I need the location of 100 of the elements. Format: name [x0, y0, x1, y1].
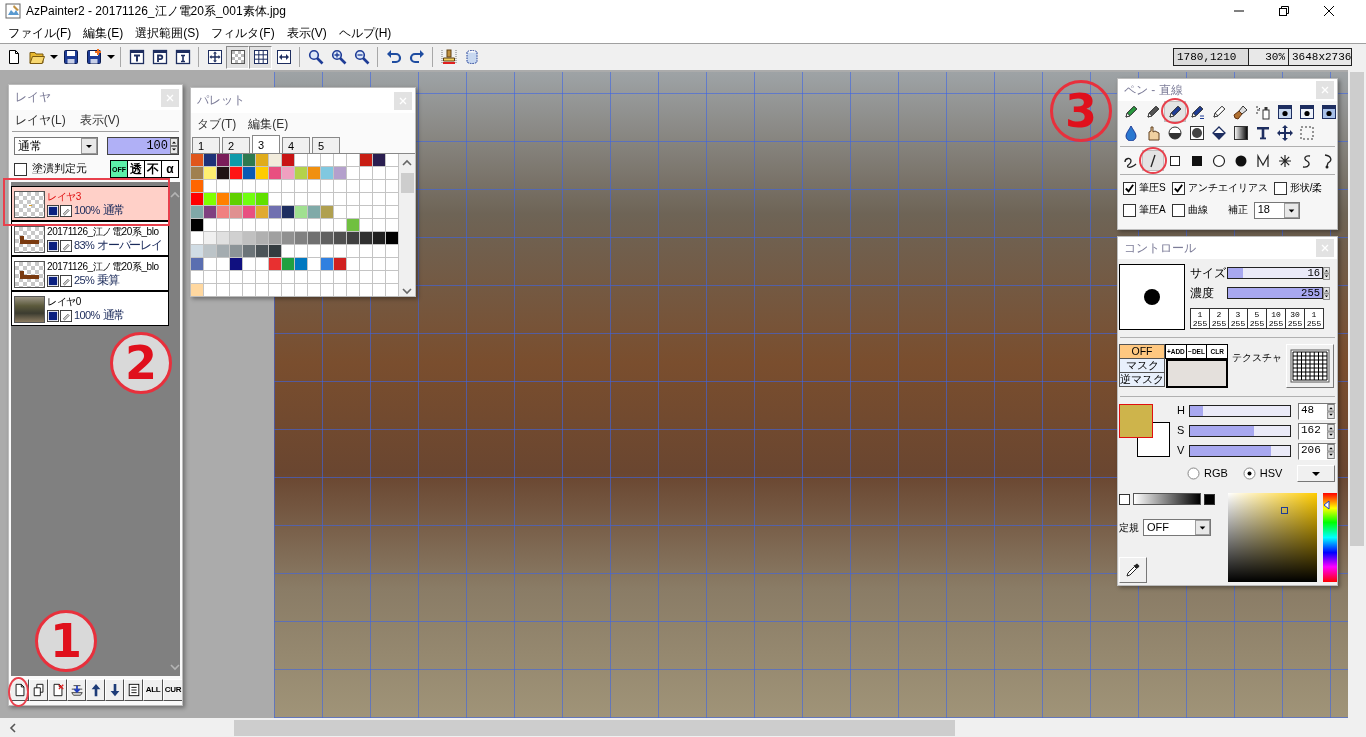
color-swatch[interactable] [217, 271, 230, 284]
value-spinbox[interactable]: 206 [1298, 442, 1336, 460]
mode-button[interactable]: α [161, 160, 179, 178]
tool-button[interactable] [1164, 101, 1186, 122]
color-swatch[interactable] [334, 206, 347, 219]
menu-item[interactable]: 編集(E) [77, 23, 130, 42]
color-swatch[interactable] [347, 258, 360, 271]
color-swatch[interactable] [191, 258, 204, 271]
color-swatch[interactable] [191, 245, 204, 258]
color-swatch[interactable] [347, 206, 360, 219]
color-swatch[interactable] [334, 284, 347, 296]
color-swatch[interactable] [295, 180, 308, 193]
tool-button[interactable] [1233, 124, 1249, 141]
color-swatch[interactable] [321, 245, 334, 258]
color-swatch[interactable] [217, 284, 230, 296]
move-up-button[interactable] [86, 679, 105, 701]
color-swatch[interactable] [373, 206, 386, 219]
color-swatch[interactable] [347, 271, 360, 284]
color-swatch[interactable] [347, 180, 360, 193]
color-swatch[interactable] [230, 232, 243, 245]
color-swatch[interactable] [230, 219, 243, 232]
color-swatch[interactable] [282, 232, 295, 245]
color-swatch[interactable] [334, 219, 347, 232]
menu-item[interactable]: 表示(V) [79, 113, 120, 128]
color-swatch[interactable] [360, 154, 373, 167]
color-swatch[interactable] [321, 180, 334, 193]
layer-item[interactable]: レイヤ3 100% 通常 [11, 186, 169, 221]
layer-footer-button[interactable]: ALL [143, 679, 163, 701]
color-swatch[interactable] [243, 232, 256, 245]
primary-color-swatch[interactable] [1119, 404, 1153, 438]
color-swatch[interactable] [191, 154, 204, 167]
preset-button[interactable]: 1 255 [1304, 308, 1324, 329]
color-swatch[interactable] [334, 180, 347, 193]
color-swatch[interactable] [308, 193, 321, 206]
color-swatch[interactable] [334, 232, 347, 245]
close-button[interactable] [394, 91, 412, 110]
color-swatch[interactable] [295, 232, 308, 245]
color-swatch[interactable] [321, 154, 334, 167]
color-swatch[interactable] [256, 245, 269, 258]
color-swatch[interactable] [217, 206, 230, 219]
color-swatch[interactable] [360, 232, 373, 245]
color-swatch[interactable] [347, 193, 360, 206]
color-swatch[interactable] [308, 154, 321, 167]
checkbox[interactable] [1123, 181, 1136, 195]
delete-layer-button[interactable] [48, 679, 67, 701]
tool-button[interactable] [1167, 124, 1183, 141]
pencil-box-icon[interactable] [60, 204, 72, 217]
color-swatch[interactable] [360, 284, 373, 296]
saturation-value-field[interactable] [1228, 493, 1317, 582]
color-swatch[interactable] [230, 245, 243, 258]
ruler-select[interactable]: OFF [1143, 519, 1211, 536]
scrollbar-thumb[interactable] [400, 173, 414, 193]
tool-button[interactable] [1211, 103, 1227, 120]
color-swatch[interactable] [230, 167, 243, 180]
color-swatch[interactable] [256, 167, 269, 180]
color-swatch[interactable] [282, 154, 295, 167]
color-swatch[interactable] [269, 167, 282, 180]
color-swatch[interactable] [230, 258, 243, 271]
color-swatch[interactable] [256, 206, 269, 219]
color-swatch[interactable] [282, 271, 295, 284]
color-swatch[interactable] [204, 219, 217, 232]
layer-item[interactable]: 20171126_江ノ電20系_blo 83% オーバーレイ [11, 221, 169, 256]
color-swatch[interactable] [321, 206, 334, 219]
color-swatch[interactable] [373, 284, 386, 296]
color-swatch[interactable] [191, 180, 204, 193]
color-swatch[interactable] [269, 271, 282, 284]
color-swatch[interactable] [256, 271, 269, 284]
preset-button[interactable]: 2 255 [1209, 308, 1229, 329]
color-swatch[interactable] [360, 245, 373, 258]
layer-item[interactable]: レイヤ0 100% 通常 [11, 291, 169, 326]
preset-button[interactable]: 3 255 [1228, 308, 1248, 329]
opacity-spinbox[interactable]: 100 [107, 137, 179, 155]
quick-swatch-icon[interactable] [1119, 493, 1130, 505]
color-swatch[interactable] [386, 180, 399, 193]
color-swatch[interactable] [230, 180, 243, 193]
merge-layer-button[interactable] [67, 679, 86, 701]
color-swatch[interactable] [308, 206, 321, 219]
color-swatch[interactable] [243, 284, 256, 296]
color-swatch[interactable] [308, 271, 321, 284]
color-swatch[interactable] [269, 232, 282, 245]
color-swatch[interactable] [230, 154, 243, 167]
color-swatch[interactable] [204, 232, 217, 245]
color-swatch[interactable] [230, 206, 243, 219]
color-swatch[interactable] [217, 154, 230, 167]
menu-item[interactable]: 編集(E) [248, 116, 289, 132]
color-swatch[interactable] [204, 258, 217, 271]
color-swatch[interactable] [243, 206, 256, 219]
color-swatch[interactable] [360, 219, 373, 232]
density-slider[interactable]: 255 [1227, 287, 1323, 299]
color-swatch[interactable] [386, 271, 399, 284]
color-swatch[interactable] [321, 271, 334, 284]
menu-item[interactable]: 選択範囲(S) [129, 23, 206, 42]
spin-arrows-icon[interactable] [170, 138, 178, 154]
menu-item[interactable]: タブ(T) [197, 116, 237, 132]
color-swatch[interactable] [269, 193, 282, 206]
close-button[interactable] [1316, 239, 1334, 257]
color-swatch[interactable] [230, 284, 243, 296]
color-swatch[interactable] [386, 258, 399, 271]
preset-button[interactable]: 30 255 [1285, 308, 1305, 329]
color-swatch[interactable] [204, 193, 217, 206]
